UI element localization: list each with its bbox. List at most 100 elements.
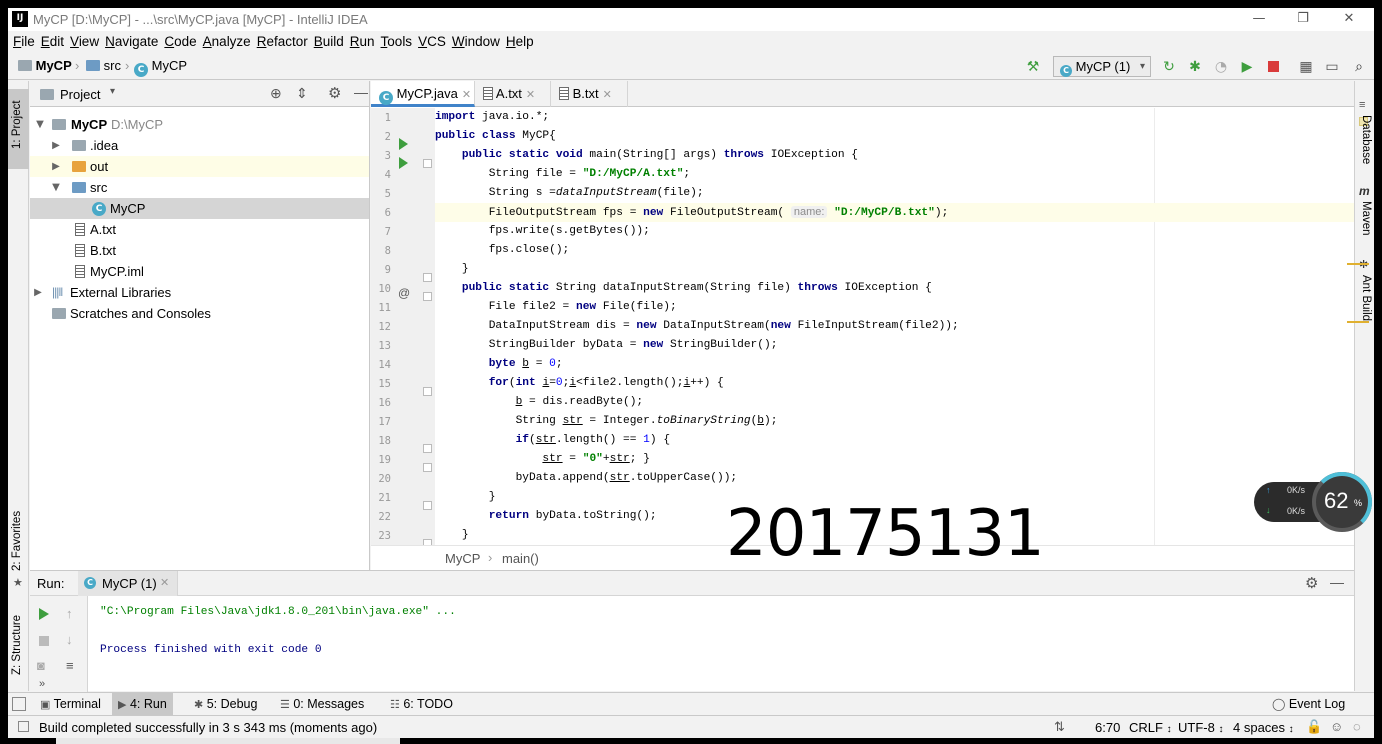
tool-tab-event-log[interactable]: ◯ Event Log [1266, 693, 1351, 716]
menu-refactor[interactable]: Refactor [254, 31, 311, 53]
indent-select[interactable]: 4 spaces ↕ [1233, 720, 1294, 735]
debug-bug-icon[interactable]: ✱ [1186, 58, 1204, 76]
breadcrumb-src[interactable]: src [86, 58, 121, 73]
run-gutter-icon[interactable] [399, 138, 408, 150]
tree-item-b-txt[interactable]: B.txt [30, 240, 369, 261]
soft-wrap-icon[interactable]: ≡ [66, 658, 74, 673]
fold-marker-icon[interactable] [423, 501, 432, 510]
tree-item-iml[interactable]: MyCP.iml [30, 261, 369, 282]
warning-stripe-mark[interactable] [1347, 321, 1369, 323]
close-window-button[interactable]: ✕ [1326, 8, 1372, 31]
breadcrumb-code-class[interactable]: MyCP [445, 551, 480, 566]
tool-tab-terminal[interactable]: ▣ Terminal [34, 693, 107, 716]
more-icon[interactable]: » [39, 678, 45, 690]
tool-tab-messages[interactable]: ☰ 0: Messages [274, 693, 370, 716]
menu-help[interactable]: Help [503, 31, 537, 53]
tool-tab-run[interactable]: ▶ 4: Run [112, 693, 173, 716]
lock-icon[interactable]: 🔓 [1306, 719, 1322, 735]
project-structure-icon[interactable]: ▦ [1297, 58, 1315, 76]
locate-target-icon[interactable]: ⊕ [270, 85, 282, 102]
menu-navigate[interactable]: Navigate [102, 31, 161, 53]
code-area[interactable]: import java.io.*; public class MyCP{ pub… [435, 108, 1354, 545]
minimize-button[interactable]: — [1236, 8, 1282, 31]
inspector-face-icon[interactable]: ☺ [1330, 719, 1343, 734]
close-tab-icon[interactable]: ✕ [603, 89, 612, 101]
tab-a-txt[interactable]: A.txt ✕ [475, 81, 551, 107]
status-message[interactable]: Build completed successfully in 3 s 343 … [39, 720, 377, 735]
menu-tools[interactable]: Tools [378, 31, 416, 53]
coverage-icon[interactable]: ◔ [1212, 58, 1230, 76]
menu-view[interactable]: View [67, 31, 102, 53]
camera-icon[interactable]: ◙ [37, 658, 45, 673]
menu-edit[interactable]: Edit [38, 31, 67, 53]
run-anything-icon[interactable]: ▭ [1323, 58, 1341, 76]
menu-vcs[interactable]: VCS [415, 31, 449, 53]
tool-tab-database[interactable]: Database [1360, 115, 1372, 164]
tree-item-external-libraries[interactable]: ▶ |||‖ External Libraries [30, 282, 369, 303]
run-gutter-icon[interactable] [399, 157, 408, 169]
tool-tab-ant-build[interactable]: Ant Build [1360, 275, 1372, 321]
arrow-down-icon[interactable]: ↓ [66, 632, 73, 647]
collapse-all-icon[interactable]: ⇕ [296, 85, 308, 102]
override-marker-icon[interactable]: @ [398, 286, 410, 300]
tool-tab-project[interactable]: 1: Project [11, 100, 23, 149]
menu-run[interactable]: Run [347, 31, 378, 53]
chevron-down-icon[interactable]: ▾ [110, 86, 115, 97]
menu-file[interactable]: File [10, 31, 38, 53]
fold-marker-icon[interactable] [423, 463, 432, 472]
fold-marker-icon[interactable] [423, 387, 432, 396]
toggle-tool-windows-icon[interactable] [12, 697, 26, 711]
fold-marker-icon[interactable] [423, 273, 432, 282]
caret-position[interactable]: 6:70 [1095, 720, 1120, 735]
tool-tab-structure[interactable]: Z: Structure [11, 615, 23, 675]
arrow-up-icon[interactable]: ↑ [66, 606, 73, 621]
run-configuration-select[interactable]: C MyCP (1) ▾ [1053, 56, 1151, 77]
maximize-button[interactable]: ❐ [1280, 8, 1326, 31]
rerun-play-icon[interactable] [39, 608, 49, 620]
tree-item-a-txt[interactable]: A.txt [30, 219, 369, 240]
warning-stripe-mark[interactable] [1347, 263, 1369, 265]
hide-panel-icon[interactable]: — [354, 84, 368, 100]
search-icon[interactable]: ⌕ [1350, 58, 1368, 76]
close-tab-icon[interactable]: ✕ [526, 89, 535, 101]
breadcrumb-code-method[interactable]: main() [502, 551, 539, 566]
hide-panel-icon[interactable]: — [1330, 574, 1344, 590]
menu-code[interactable]: Code [161, 31, 199, 53]
tree-item-project-root[interactable]: ▼ MyCP D:\MyCP [30, 114, 369, 135]
tab-mycp-java[interactable]: C MyCP.java ✕ [371, 81, 475, 107]
tool-tab-debug[interactable]: ✱ 5: Debug [188, 693, 263, 716]
gear-icon[interactable]: ⚙ [328, 84, 341, 102]
encoding-select[interactable]: UTF-8 ↕ [1178, 720, 1223, 735]
close-tab-icon[interactable]: ✕ [462, 89, 471, 101]
notifications-icon[interactable]: ◌ [1353, 719, 1361, 734]
fold-marker-icon[interactable] [423, 292, 432, 301]
status-toggle-icon[interactable] [18, 721, 29, 732]
tool-tab-maven[interactable]: Maven [1360, 201, 1372, 236]
profile-icon[interactable]: ▶ [1238, 58, 1256, 76]
close-tab-icon[interactable]: ✕ [160, 576, 169, 589]
menu-build[interactable]: Build [311, 31, 347, 53]
tree-item-out[interactable]: ▶ out [30, 156, 369, 177]
run-tab-mycp[interactable]: C MyCP (1) ✕ [78, 571, 178, 596]
tool-tab-favorites[interactable]: 2: Favorites [11, 511, 23, 571]
tree-item-idea[interactable]: ▶ .idea [30, 135, 369, 156]
stop-icon[interactable] [1264, 58, 1282, 76]
breadcrumb-project[interactable]: MyCP [18, 58, 72, 73]
project-view-title[interactable]: Project [60, 87, 100, 102]
tab-b-txt[interactable]: B.txt ✕ [551, 81, 628, 107]
tool-tab-todo[interactable]: ☷ 6: TODO [384, 693, 459, 716]
menu-window[interactable]: Window [449, 31, 503, 53]
fold-marker-icon[interactable] [423, 444, 432, 453]
tree-item-scratches[interactable]: Scratches and Consoles [30, 303, 369, 324]
build-hammer-icon[interactable]: ⚒ [1024, 58, 1042, 76]
git-status-icon[interactable]: ⇅ [1054, 719, 1065, 735]
menu-analyze[interactable]: Analyze [200, 31, 254, 53]
tree-item-src[interactable]: ▼ src [30, 177, 369, 198]
breadcrumb-class[interactable]: C MyCP [134, 58, 187, 77]
rerun-icon[interactable]: ↻ [1160, 58, 1178, 76]
line-separator-select[interactable]: CRLF ↕ [1129, 720, 1172, 735]
tree-item-mycp-class[interactable]: C MyCP [30, 198, 369, 219]
fold-marker-icon[interactable] [423, 159, 432, 168]
stop-icon[interactable] [39, 636, 49, 646]
network-speed-widget[interactable]: ↑ 0K/s ↓ 0K/s 62 % [1254, 472, 1372, 532]
